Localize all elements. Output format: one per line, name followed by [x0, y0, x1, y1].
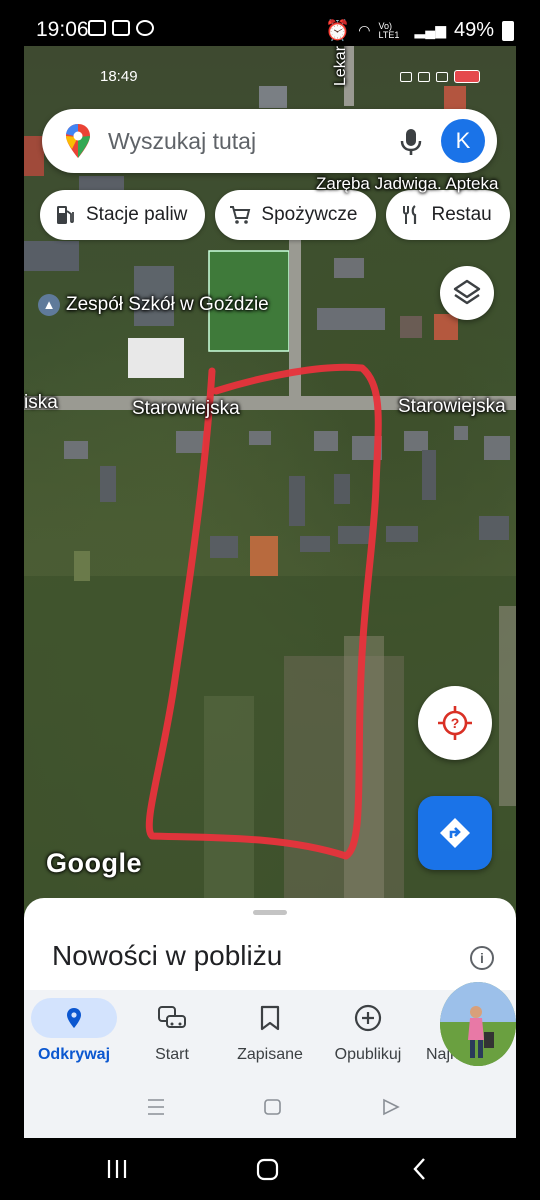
layers-icon: [453, 279, 481, 305]
add-circle-icon: [354, 1004, 382, 1032]
nav-label: Zapisane: [237, 1046, 303, 1063]
nav-label: Odkrywaj: [37, 1046, 111, 1063]
back-icon[interactable]: [413, 1158, 425, 1180]
inner-system-nav: [24, 1078, 516, 1138]
google-maps-logo-icon: [66, 124, 90, 158]
map-label-street-left: Starowiejska: [132, 398, 240, 419]
my-location-button[interactable]: ?: [418, 686, 492, 760]
microphone-icon[interactable]: [398, 127, 424, 157]
back-icon[interactable]: [383, 1098, 400, 1116]
search-bar[interactable]: Wyszukaj tutaj K: [42, 109, 497, 173]
svg-text:?: ?: [451, 715, 460, 731]
battery-icon: [454, 70, 480, 83]
inner-status-bar: 18:49: [24, 46, 516, 106]
nav-publish[interactable]: Opublikuj: [318, 990, 418, 1078]
gas-station-icon: [57, 206, 74, 224]
map-label-school[interactable]: ▲ Zespół Szkół w Goździe: [38, 294, 269, 316]
emoji-icon: [136, 20, 154, 36]
status-bar: 19:06 ⏰ ◠ Vo) LTE1 ▂▄▆ 49%: [0, 0, 540, 46]
search-input[interactable]: Wyszukaj tutaj: [108, 128, 256, 155]
commute-icon: [158, 1006, 186, 1028]
network-label: Vo) LTE1: [378, 20, 400, 40]
chip-restaurants[interactable]: Restau: [385, 190, 510, 240]
map-label-school-text: Zespół Szkół w Goździe: [66, 294, 269, 315]
location-unknown-icon: ?: [438, 706, 472, 740]
battery-percent: 49%: [453, 19, 494, 41]
sheet-drag-handle[interactable]: [253, 910, 287, 915]
chip-label: Spożywcze: [261, 204, 358, 225]
recent-apps-icon[interactable]: [148, 1099, 164, 1115]
sheet-title: Nowości w pobliżu: [52, 940, 283, 971]
map-satellite[interactable]: 18:49 Wyszukaj tutaj K Stacje paliw Spoż…: [24, 46, 516, 916]
nav-explore[interactable]: Odkrywaj: [24, 990, 124, 1078]
status-right: ⏰ ◠ Vo) LTE1 ▂▄▆ 49%: [325, 18, 514, 43]
wifi-icon: [418, 71, 430, 82]
chip-label: Restau: [431, 204, 492, 225]
chip-gas-stations[interactable]: Stacje paliw: [40, 190, 206, 240]
bookmark-icon: [260, 1005, 280, 1031]
signal-icon: ▂▄▆: [414, 22, 446, 38]
nav-label: Opublikuj: [334, 1046, 402, 1063]
wifi-icon: ◠: [358, 22, 371, 38]
recent-apps-icon[interactable]: [107, 1160, 127, 1178]
map-label-street-edge: iska: [24, 392, 58, 413]
alarm-icon: ⏰: [325, 20, 351, 42]
home-icon[interactable]: [256, 1158, 279, 1181]
mail-icon: [88, 20, 106, 36]
directions-button[interactable]: [418, 796, 492, 870]
profile-photo-avatar[interactable]: [440, 982, 516, 1066]
nav-label: Start: [155, 1046, 189, 1063]
google-logo: Google: [46, 848, 142, 878]
cart-icon: [230, 206, 251, 224]
chip-groceries[interactable]: Spożywcze: [215, 190, 376, 240]
signal-icon: [436, 71, 448, 82]
school-icon: ▲: [38, 294, 60, 316]
messenger-icon: [112, 20, 130, 36]
inner-status-time: 18:49: [100, 68, 138, 85]
restaurant-icon: [402, 205, 416, 224]
nav-start[interactable]: Start: [122, 990, 222, 1078]
battery-icon: [502, 20, 514, 41]
chip-label: Stacje paliw: [86, 204, 188, 225]
directions-icon: [440, 818, 470, 848]
map-label-street-lekarska: Lekarska: [332, 46, 349, 86]
inner-status-icons: [400, 70, 480, 83]
layers-button[interactable]: [440, 266, 494, 320]
system-navigation-bar: [0, 1138, 540, 1200]
app-screenshot: 18:49 Wyszukaj tutaj K Stacje paliw Spoż…: [24, 46, 516, 1138]
account-avatar[interactable]: K: [441, 119, 485, 163]
status-time: 19:06: [36, 18, 89, 41]
home-icon[interactable]: [264, 1099, 281, 1115]
category-chips: Stacje paliw Spożywcze Restau: [40, 190, 510, 240]
location-pin-icon: [67, 1008, 81, 1028]
info-icon[interactable]: i: [470, 946, 494, 970]
mute-icon: [400, 71, 412, 82]
map-label-street-right: Starowiejska: [398, 396, 506, 417]
nav-saved[interactable]: Zapisane: [220, 990, 320, 1078]
map-label-pharmacy[interactable]: Zaręba Jadwiga. Apteka: [316, 174, 498, 194]
notification-icons: [88, 20, 154, 36]
